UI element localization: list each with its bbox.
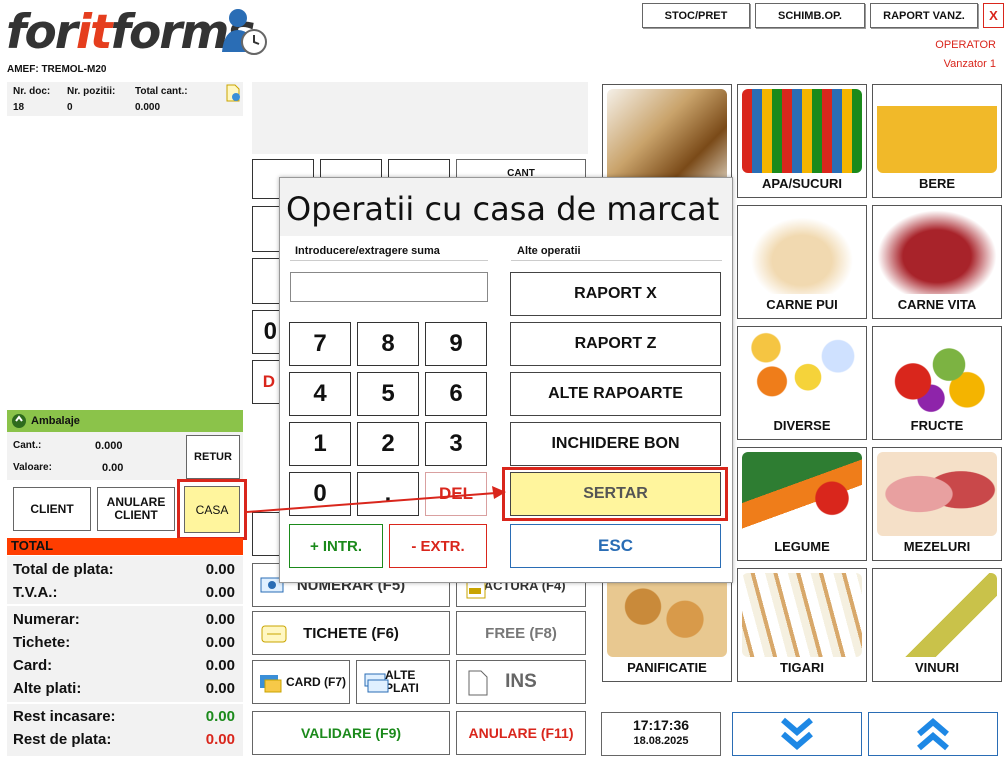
card-button[interactable]: CARD (F7) [252, 660, 350, 704]
close-button[interactable]: X [983, 3, 1004, 28]
dialog-title: Operatii cu casa de marcat [286, 190, 720, 228]
category-legume[interactable]: LEGUME [737, 447, 867, 561]
ambalaje-header: Ambalaje [7, 410, 243, 432]
ins-button[interactable]: INS [456, 660, 586, 704]
raport-z-button[interactable]: RAPORT Z [510, 322, 721, 366]
raport-vanz-button[interactable]: RAPORT VANZ. [870, 3, 978, 28]
total-cant-label: Total cant.: [135, 86, 188, 97]
key-0[interactable]: 0 [289, 472, 351, 516]
inchidere-bon-button[interactable]: INCHIDERE BON [510, 422, 721, 466]
extr-button[interactable]: - EXTR. [389, 524, 487, 568]
anulare-button[interactable]: ANULARE (F11) [456, 711, 586, 755]
doc-info-panel: Nr. doc: Nr. pozitii: Total cant.: 18 0 … [7, 82, 243, 116]
double-chevron-down-icon [781, 717, 813, 750]
nr-doc-label: Nr. doc: [13, 86, 51, 97]
key-8[interactable]: 8 [357, 322, 419, 366]
ambalaje-valoare-label: Valoare: [13, 462, 52, 473]
category-apa-sucuri[interactable]: APA/SUCURI [737, 84, 867, 198]
product-display [252, 82, 588, 154]
validare-button[interactable]: VALIDARE (F9) [252, 711, 450, 755]
category-carne-vita[interactable]: CARNE VITA [872, 205, 1002, 319]
key-7[interactable]: 7 [289, 322, 351, 366]
category-fructe[interactable]: FRUCTE [872, 326, 1002, 440]
casa-button[interactable]: CASA [184, 486, 240, 533]
category-tigari[interactable]: TIGARI [737, 568, 867, 682]
nr-pozitii-label: Nr. pozitii: [67, 86, 116, 97]
client-button[interactable]: CLIENT [13, 487, 91, 531]
operator-label: OPERATOR [935, 39, 996, 51]
right-header-divider [511, 260, 722, 261]
pos-key-4[interactable] [252, 206, 280, 252]
rest-incasare-row: Rest incasare: 0.00 [13, 708, 235, 725]
key-4[interactable]: 4 [289, 372, 351, 416]
alte-plati-row: Alte plati: 0.00 [13, 680, 235, 697]
free-button[interactable]: FREE (F8) [456, 611, 586, 655]
document-add-icon[interactable] [225, 84, 241, 102]
pos-key-misc[interactable] [252, 512, 280, 556]
key-dot[interactable]: . [357, 472, 419, 516]
category-vinuri[interactable]: VINURI [872, 568, 1002, 682]
tichete-row: Tichete: 0.00 [13, 634, 235, 651]
category-bere[interactable]: BERE [872, 84, 1002, 198]
app-logo: foritforms [6, 5, 255, 60]
pos-key-del[interactable]: D [252, 360, 280, 404]
sertar-button[interactable]: SERTAR [510, 472, 721, 516]
card-row: Card: 0.00 [13, 657, 235, 674]
clock: 17:17:36 18.08.2025 [601, 712, 721, 756]
ambalaje-cant-value: 0.000 [95, 440, 123, 452]
numerar-row: Numerar: 0.00 [13, 611, 235, 628]
rest-de-plata-row: Rest de plata: 0.00 [13, 731, 235, 748]
key-del[interactable]: DEL [425, 472, 487, 516]
total-cant-value: 0.000 [135, 102, 161, 113]
alte-operatii-header: Alte operatii [517, 245, 581, 257]
ticket-icon [261, 625, 287, 643]
suma-input[interactable] [290, 272, 488, 302]
recycle-icon [12, 414, 26, 428]
key-1[interactable]: 1 [289, 422, 351, 466]
retur-button[interactable]: RETUR [186, 435, 240, 479]
category-mezeluri[interactable]: MEZELURI [872, 447, 1002, 561]
scroll-up-button[interactable] [868, 712, 998, 756]
category-panificatie[interactable]: PANIFICATIE [602, 568, 732, 682]
esc-button[interactable]: ESC [510, 524, 721, 568]
nr-pozitii-value: 0 [67, 102, 73, 113]
category-carne-pui[interactable]: CARNE PUI [737, 205, 867, 319]
double-chevron-up-icon [917, 718, 949, 751]
key-5[interactable]: 5 [357, 372, 419, 416]
key-9[interactable]: 9 [425, 322, 487, 366]
ambalaje-cant-label: Cant.: [13, 440, 42, 451]
alte-plati-button[interactable]: ALTE PLATI [356, 660, 450, 704]
tichete-button[interactable]: TICHETE (F6) [252, 611, 450, 655]
category-diverse[interactable]: DIVERSE [737, 326, 867, 440]
tva-row: T.V.A.: 0.00 [13, 584, 235, 601]
total-header: TOTAL [7, 538, 243, 555]
stoc-pret-button[interactable]: STOC/PRET [642, 3, 750, 28]
nr-doc-value: 18 [13, 102, 25, 113]
clock-time: 17:17:36 [632, 717, 690, 733]
clock-date: 18.08.2025 [633, 735, 689, 747]
document-icon [468, 670, 488, 696]
pos-key-5[interactable] [252, 258, 280, 304]
alte-rapoarte-button[interactable]: ALTE RAPOARTE [510, 372, 721, 416]
operator-name: Vanzator 1 [943, 58, 996, 70]
intr-button[interactable]: + INTR. [289, 524, 383, 568]
device-label: AMEF: TREMOL-M20 [7, 64, 107, 75]
raport-x-button[interactable]: RAPORT X [510, 272, 721, 316]
user-clock-icon [222, 9, 267, 55]
pos-key-0[interactable]: 0 [252, 310, 280, 354]
ambalaje-title: Ambalaje [31, 415, 80, 427]
key-6[interactable]: 6 [425, 372, 487, 416]
scroll-down-button[interactable] [732, 712, 862, 756]
intr-extr-header: Introducere/extragere suma [295, 245, 440, 257]
ambalaje-valoare-value: 0.00 [102, 462, 124, 474]
anulare-client-button[interactable]: ANULARE CLIENT [97, 487, 175, 531]
key-3[interactable]: 3 [425, 422, 487, 466]
cash-stack-icon [364, 673, 389, 693]
left-header-divider [290, 260, 488, 261]
total-de-plata-row: Total de plata: 0.00 [13, 561, 235, 578]
schimb-op-button[interactable]: SCHIMB.OP. [755, 3, 865, 28]
key-2[interactable]: 2 [357, 422, 419, 466]
card-icon [260, 675, 282, 693]
